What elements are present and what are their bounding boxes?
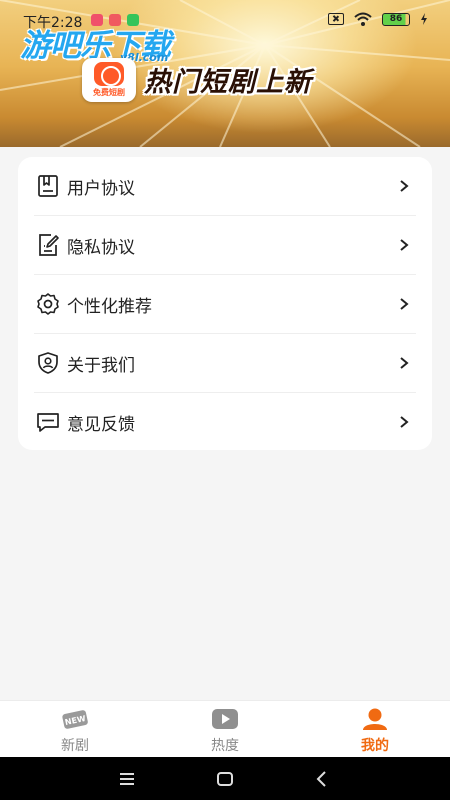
app-badge: 免费短剧: [82, 58, 136, 102]
back-icon[interactable]: [312, 769, 332, 789]
chevron-right-icon: [400, 298, 409, 310]
play-badge-icon: [94, 62, 124, 86]
menu-item-label: 隐私协议: [67, 238, 135, 258]
menu-item-label: 意见反馈: [67, 415, 135, 435]
tab-label: 热度: [211, 738, 239, 754]
profile-icon: [363, 708, 387, 730]
document-icon: [38, 175, 58, 197]
menu-item-label: 关于我们: [67, 356, 135, 376]
chevron-right-icon: [400, 180, 409, 192]
chevron-right-icon: [400, 239, 409, 251]
menu-item-privacy-agreement[interactable]: 隐私协议: [34, 216, 416, 275]
badge-label: 免费短剧: [93, 88, 125, 97]
menu-item-feedback[interactable]: 意见反馈: [34, 393, 416, 452]
battery-icon: 86: [382, 12, 410, 26]
gear-icon: [37, 293, 59, 315]
user-shield-icon: [38, 352, 58, 374]
play-icon: [212, 709, 238, 729]
tab-label: 我的: [361, 738, 389, 754]
status-indicators: 86: [328, 12, 428, 26]
menu-item-label: 个性化推荐: [67, 297, 152, 317]
bottom-tab-bar: NEW 新剧 热度 我的: [0, 700, 450, 757]
header-banner: 下午2:28 86 游吧乐下载 y8l.com 免费短剧 热门短剧上新: [0, 0, 450, 147]
message-icon: [37, 413, 59, 432]
menu-icon[interactable]: [117, 769, 137, 789]
home-icon[interactable]: [215, 769, 235, 789]
menu-item-user-agreement[interactable]: 用户协议: [34, 157, 416, 216]
wifi-icon: [354, 12, 372, 26]
settings-card: 用户协议 隐私协议 个性化推荐 关于我们 意见反馈: [18, 157, 432, 450]
no-sim-icon: [328, 13, 344, 25]
edit-document-icon: [39, 234, 59, 256]
tab-label: 新剧: [61, 738, 89, 754]
menu-item-about-us[interactable]: 关于我们: [34, 334, 416, 393]
new-badge-icon: NEW: [62, 710, 88, 729]
promo-title: 热门短剧上新: [144, 67, 312, 98]
chevron-right-icon: [400, 357, 409, 369]
promo-banner[interactable]: 免费短剧 热门短剧上新: [82, 58, 374, 102]
charging-icon: [421, 13, 427, 25]
tab-trending[interactable]: 热度: [150, 701, 300, 758]
chevron-right-icon: [400, 416, 409, 428]
tab-mine[interactable]: 我的: [300, 701, 450, 758]
system-navigation-bar: [0, 757, 450, 800]
tab-new-drama[interactable]: NEW 新剧: [0, 701, 150, 758]
menu-item-label: 用户协议: [67, 179, 135, 199]
menu-item-personalized-recommendation[interactable]: 个性化推荐: [34, 275, 416, 334]
